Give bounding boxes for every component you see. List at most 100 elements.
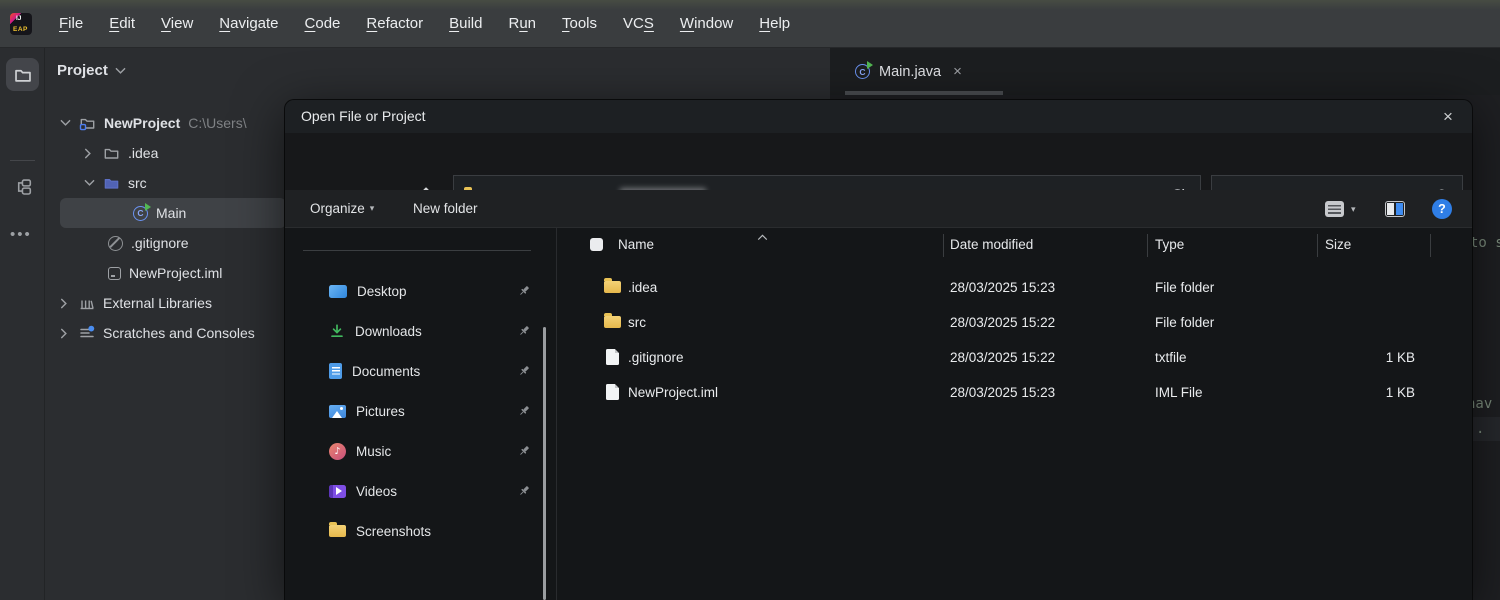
file-name: NewProject.iml	[628, 375, 718, 410]
column-header-date[interactable]: Date modified	[950, 228, 1033, 262]
dialog-title: Open File or Project	[301, 100, 426, 133]
tree-item-label: External Libraries	[103, 295, 212, 311]
class-letter: C	[137, 208, 143, 218]
chevron-right-icon[interactable]	[84, 148, 96, 159]
organize-button[interactable]: Organize ▾	[310, 190, 374, 227]
folder-icon	[14, 66, 32, 84]
sidebar-item-pictures[interactable]: Pictures	[285, 393, 543, 429]
menu-vcs[interactable]: VCS	[610, 0, 667, 48]
videos-icon	[329, 485, 346, 498]
sidebar-scrollbar[interactable]	[543, 327, 546, 600]
sidebar-item-downloads[interactable]: Downloads	[285, 313, 543, 349]
ide-logo-icon: IJ EAP	[10, 13, 32, 35]
chevron-right-icon[interactable]	[60, 298, 72, 309]
pin-icon[interactable]	[517, 284, 531, 298]
menu-code[interactable]: Code	[292, 0, 354, 48]
menu-navigate[interactable]: Navigate	[206, 0, 291, 48]
logo-letters: IJ	[16, 15, 21, 22]
iml-file-icon	[108, 267, 121, 280]
column-separator[interactable]	[1147, 234, 1148, 257]
pin-icon[interactable]	[517, 364, 531, 378]
ide-window: IJ EAP File Edit View Navigate Code Refa…	[0, 0, 1500, 600]
menu-view[interactable]: View	[148, 0, 206, 48]
new-folder-button[interactable]: New folder	[413, 190, 478, 227]
file-row-gitignore[interactable]: .gitignore 28/03/2025 15:22 txtfile 1 KB	[557, 340, 1472, 375]
file-row-idea[interactable]: .idea 28/03/2025 15:23 File folder	[557, 270, 1472, 305]
menu-file[interactable]: File	[46, 0, 96, 48]
more-tool-windows-button[interactable]: •••	[10, 226, 32, 243]
tree-item-label: .idea	[128, 145, 158, 161]
project-panel-header[interactable]: Project	[57, 62, 126, 79]
column-separator[interactable]	[943, 234, 944, 257]
menu-refactor[interactable]: Refactor	[353, 0, 436, 48]
pin-icon[interactable]	[517, 404, 531, 418]
menu-window[interactable]: Window	[667, 0, 746, 48]
sidebar-item-screenshots[interactable]: Screenshots	[285, 513, 543, 549]
sidebar-item-documents[interactable]: Documents	[285, 353, 543, 389]
pin-icon[interactable]	[517, 444, 531, 458]
help-button[interactable]: ?	[1432, 199, 1452, 219]
file-date: 28/03/2025 15:23	[950, 270, 1055, 305]
column-separator[interactable]	[1317, 234, 1318, 257]
file-row-src[interactable]: src 28/03/2025 15:22 File folder	[557, 305, 1472, 340]
sidebar-item-music[interactable]: ♪ Music	[285, 433, 543, 469]
menu-tools[interactable]: Tools	[549, 0, 610, 48]
sidebar-item-desktop[interactable]: Desktop	[285, 273, 543, 309]
project-folder-icon	[79, 115, 96, 131]
sidebar-item-label: Pictures	[356, 404, 405, 419]
preview-pane-icon[interactable]	[1385, 201, 1405, 217]
sidebar-item-label: Screenshots	[356, 524, 431, 539]
libraries-icon	[79, 295, 95, 311]
sidebar-item-label: Music	[356, 444, 391, 459]
tree-item-path: C:\Users\	[188, 115, 246, 131]
source-folder-icon	[103, 175, 120, 191]
folder-icon	[604, 316, 621, 328]
sidebar-item-videos[interactable]: Videos	[285, 473, 543, 509]
file-type: txtfile	[1155, 340, 1187, 375]
dialog-content: Desktop Downloads Documents Pictures ♪ M…	[285, 228, 1472, 600]
tab-close-icon[interactable]: ×	[953, 63, 962, 80]
tree-item-label: Main	[156, 205, 186, 221]
column-separator[interactable]	[1430, 234, 1431, 257]
desktop-icon	[329, 285, 347, 298]
file-type: IML File	[1155, 375, 1203, 410]
menu-bar: IJ EAP File Edit View Navigate Code Refa…	[0, 0, 1500, 48]
column-header-type[interactable]: Type	[1155, 228, 1184, 262]
sidebar-item-label: Videos	[356, 484, 397, 499]
folder-icon	[103, 145, 120, 161]
menu-run[interactable]: Run	[495, 0, 549, 48]
file-list: Name Date modified Type Size .idea 28/03…	[557, 228, 1472, 600]
dialog-title-bar[interactable]: Open File or Project ×	[285, 100, 1472, 133]
select-all-checkbox[interactable]	[590, 238, 603, 251]
project-tool-button[interactable]	[6, 58, 39, 91]
file-type: File folder	[1155, 270, 1214, 305]
file-row-newproject-iml[interactable]: NewProject.iml 28/03/2025 15:23 IML File…	[557, 375, 1472, 410]
menu-build[interactable]: Build	[436, 0, 495, 48]
tree-item-label: NewProject	[104, 115, 180, 131]
column-header-name[interactable]: Name	[618, 228, 654, 262]
file-date: 28/03/2025 15:22	[950, 305, 1055, 340]
editor-code-fragment: .	[1476, 421, 1484, 437]
menu-edit[interactable]: Edit	[96, 0, 148, 48]
tree-item-label: src	[128, 175, 147, 191]
chevron-down-icon[interactable]: ▾	[1351, 204, 1356, 215]
file-name: .idea	[628, 270, 657, 305]
tab-label: Main.java	[879, 64, 941, 80]
pin-icon[interactable]	[517, 484, 531, 498]
details-view-icon[interactable]	[1325, 201, 1344, 217]
chevron-right-icon[interactable]	[60, 328, 72, 339]
pin-icon[interactable]	[517, 324, 531, 338]
chevron-down-icon[interactable]	[84, 179, 96, 187]
class-run-icon: C	[133, 206, 148, 221]
pictures-icon	[329, 405, 346, 418]
structure-tool-button[interactable]	[6, 170, 39, 203]
folder-icon	[604, 281, 621, 293]
chevron-down-icon[interactable]	[60, 119, 72, 127]
tab-main-java[interactable]: C Main.java ×	[845, 48, 972, 95]
menu-help[interactable]: Help	[746, 0, 803, 48]
dialog-close-icon[interactable]: ×	[1436, 105, 1460, 129]
structure-icon	[14, 178, 32, 196]
chevron-down-icon	[115, 67, 126, 75]
column-header-size[interactable]: Size	[1325, 228, 1351, 262]
open-file-dialog: Open File or Project × ← → ↑ › Search Re…	[285, 100, 1472, 600]
